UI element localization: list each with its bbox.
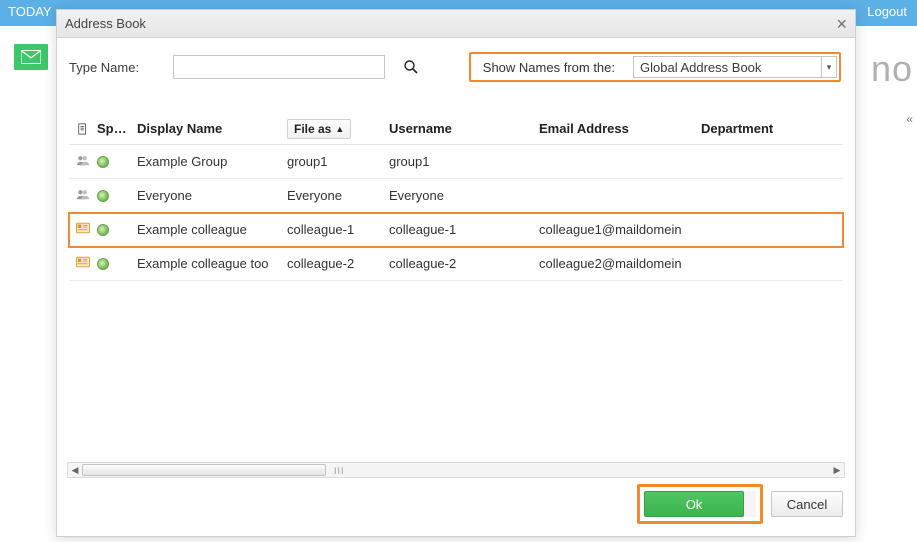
table-row[interactable]: EveryoneEveryoneEveryone [69, 179, 843, 213]
chevron-down-icon[interactable]: ▾ [821, 56, 837, 78]
address-book-dialog: Address Book × Type Name: Show Names fro… [56, 9, 856, 537]
compose-mail-button[interactable] [14, 44, 48, 70]
row-type-cell [69, 222, 97, 237]
header-file-as-label: File as [294, 122, 331, 136]
scroll-right-icon[interactable]: ▶ [830, 463, 844, 477]
header-email[interactable]: Email Address [539, 121, 701, 136]
dialog-footer: Ok Cancel [637, 484, 843, 524]
presence-dot-icon [97, 224, 109, 236]
rows-container: Example Groupgroup1group1EveryoneEveryon… [69, 145, 843, 281]
row-file-as: Everyone [287, 188, 389, 203]
presence-dot-icon [97, 258, 109, 270]
address-list-select[interactable]: Global Address Book [633, 56, 821, 78]
table-row[interactable]: Example Groupgroup1group1 [69, 145, 843, 179]
today-label: TODAY [8, 4, 52, 19]
dialog-title: Address Book [65, 16, 146, 31]
row-username: group1 [389, 154, 539, 169]
header-type-icon[interactable] [69, 123, 97, 135]
sort-asc-icon: ▲ [335, 124, 344, 134]
column-headers: Sp… Display Name File as ▲ Username Emai… [69, 113, 843, 145]
scroll-left-icon[interactable]: ◀ [68, 463, 82, 477]
row-email: colleague2@maildomein [539, 256, 701, 271]
row-display-name: Everyone [137, 188, 287, 203]
header-speed[interactable]: Sp… [97, 121, 137, 136]
show-names-group: Show Names from the: Global Address Book… [469, 52, 841, 82]
row-username: colleague-2 [389, 256, 539, 271]
ok-spacer [744, 491, 756, 517]
presence-dot-icon [97, 190, 109, 202]
type-name-input[interactable] [173, 55, 385, 79]
header-display-name[interactable]: Display Name [137, 121, 287, 136]
header-file-as[interactable]: File as ▲ [287, 119, 389, 139]
search-row: Type Name: Show Names from the: Global A… [57, 38, 855, 97]
cancel-button[interactable]: Cancel [771, 491, 843, 517]
presence-dot-icon [97, 156, 109, 168]
address-list-value: Global Address Book [640, 60, 761, 75]
row-display-name: Example Group [137, 154, 287, 169]
scroll-thumb[interactable] [82, 464, 326, 476]
group-icon [76, 154, 90, 169]
ok-button-label: Ok [686, 497, 703, 512]
collapse-panel-icon[interactable]: « [906, 112, 913, 126]
close-icon[interactable]: × [836, 15, 847, 33]
row-file-as: colleague-2 [287, 256, 389, 271]
type-name-label: Type Name: [69, 60, 165, 75]
header-department[interactable]: Department [701, 121, 821, 136]
row-type-cell [69, 154, 97, 169]
scroll-grip-icon: III [334, 466, 345, 476]
mail-icon [21, 50, 41, 64]
horizontal-scrollbar[interactable]: ◀ III ▶ [67, 462, 845, 478]
cancel-button-label: Cancel [787, 497, 827, 512]
row-file-as: colleague-1 [287, 222, 389, 237]
row-file-as: group1 [287, 154, 389, 169]
table-row[interactable]: Example colleaguecolleague-1colleague-1c… [69, 213, 843, 247]
ok-button[interactable]: Ok [644, 491, 744, 517]
row-type-cell [69, 188, 97, 203]
contact-card-icon [76, 222, 90, 237]
row-presence-cell [97, 156, 137, 168]
table-row[interactable]: Example colleague toocolleague-2colleagu… [69, 247, 843, 281]
dialog-titlebar: Address Book × [57, 10, 855, 38]
row-type-cell [69, 256, 97, 271]
brand-fragment: no [871, 48, 913, 90]
logout-link[interactable]: Logout [867, 4, 907, 19]
row-presence-cell [97, 190, 137, 202]
contact-card-icon [76, 256, 90, 271]
ok-highlight-frame: Ok [637, 484, 763, 524]
row-username: colleague-1 [389, 222, 539, 237]
group-icon [76, 188, 90, 203]
row-display-name: Example colleague [137, 222, 287, 237]
header-username[interactable]: Username [389, 121, 539, 136]
search-icon[interactable] [403, 59, 419, 75]
row-username: Everyone [389, 188, 539, 203]
row-presence-cell [97, 258, 137, 270]
row-presence-cell [97, 224, 137, 236]
row-email: colleague1@maildomein [539, 222, 701, 237]
show-names-label: Show Names from the: [483, 60, 615, 75]
row-display-name: Example colleague too [137, 256, 287, 271]
